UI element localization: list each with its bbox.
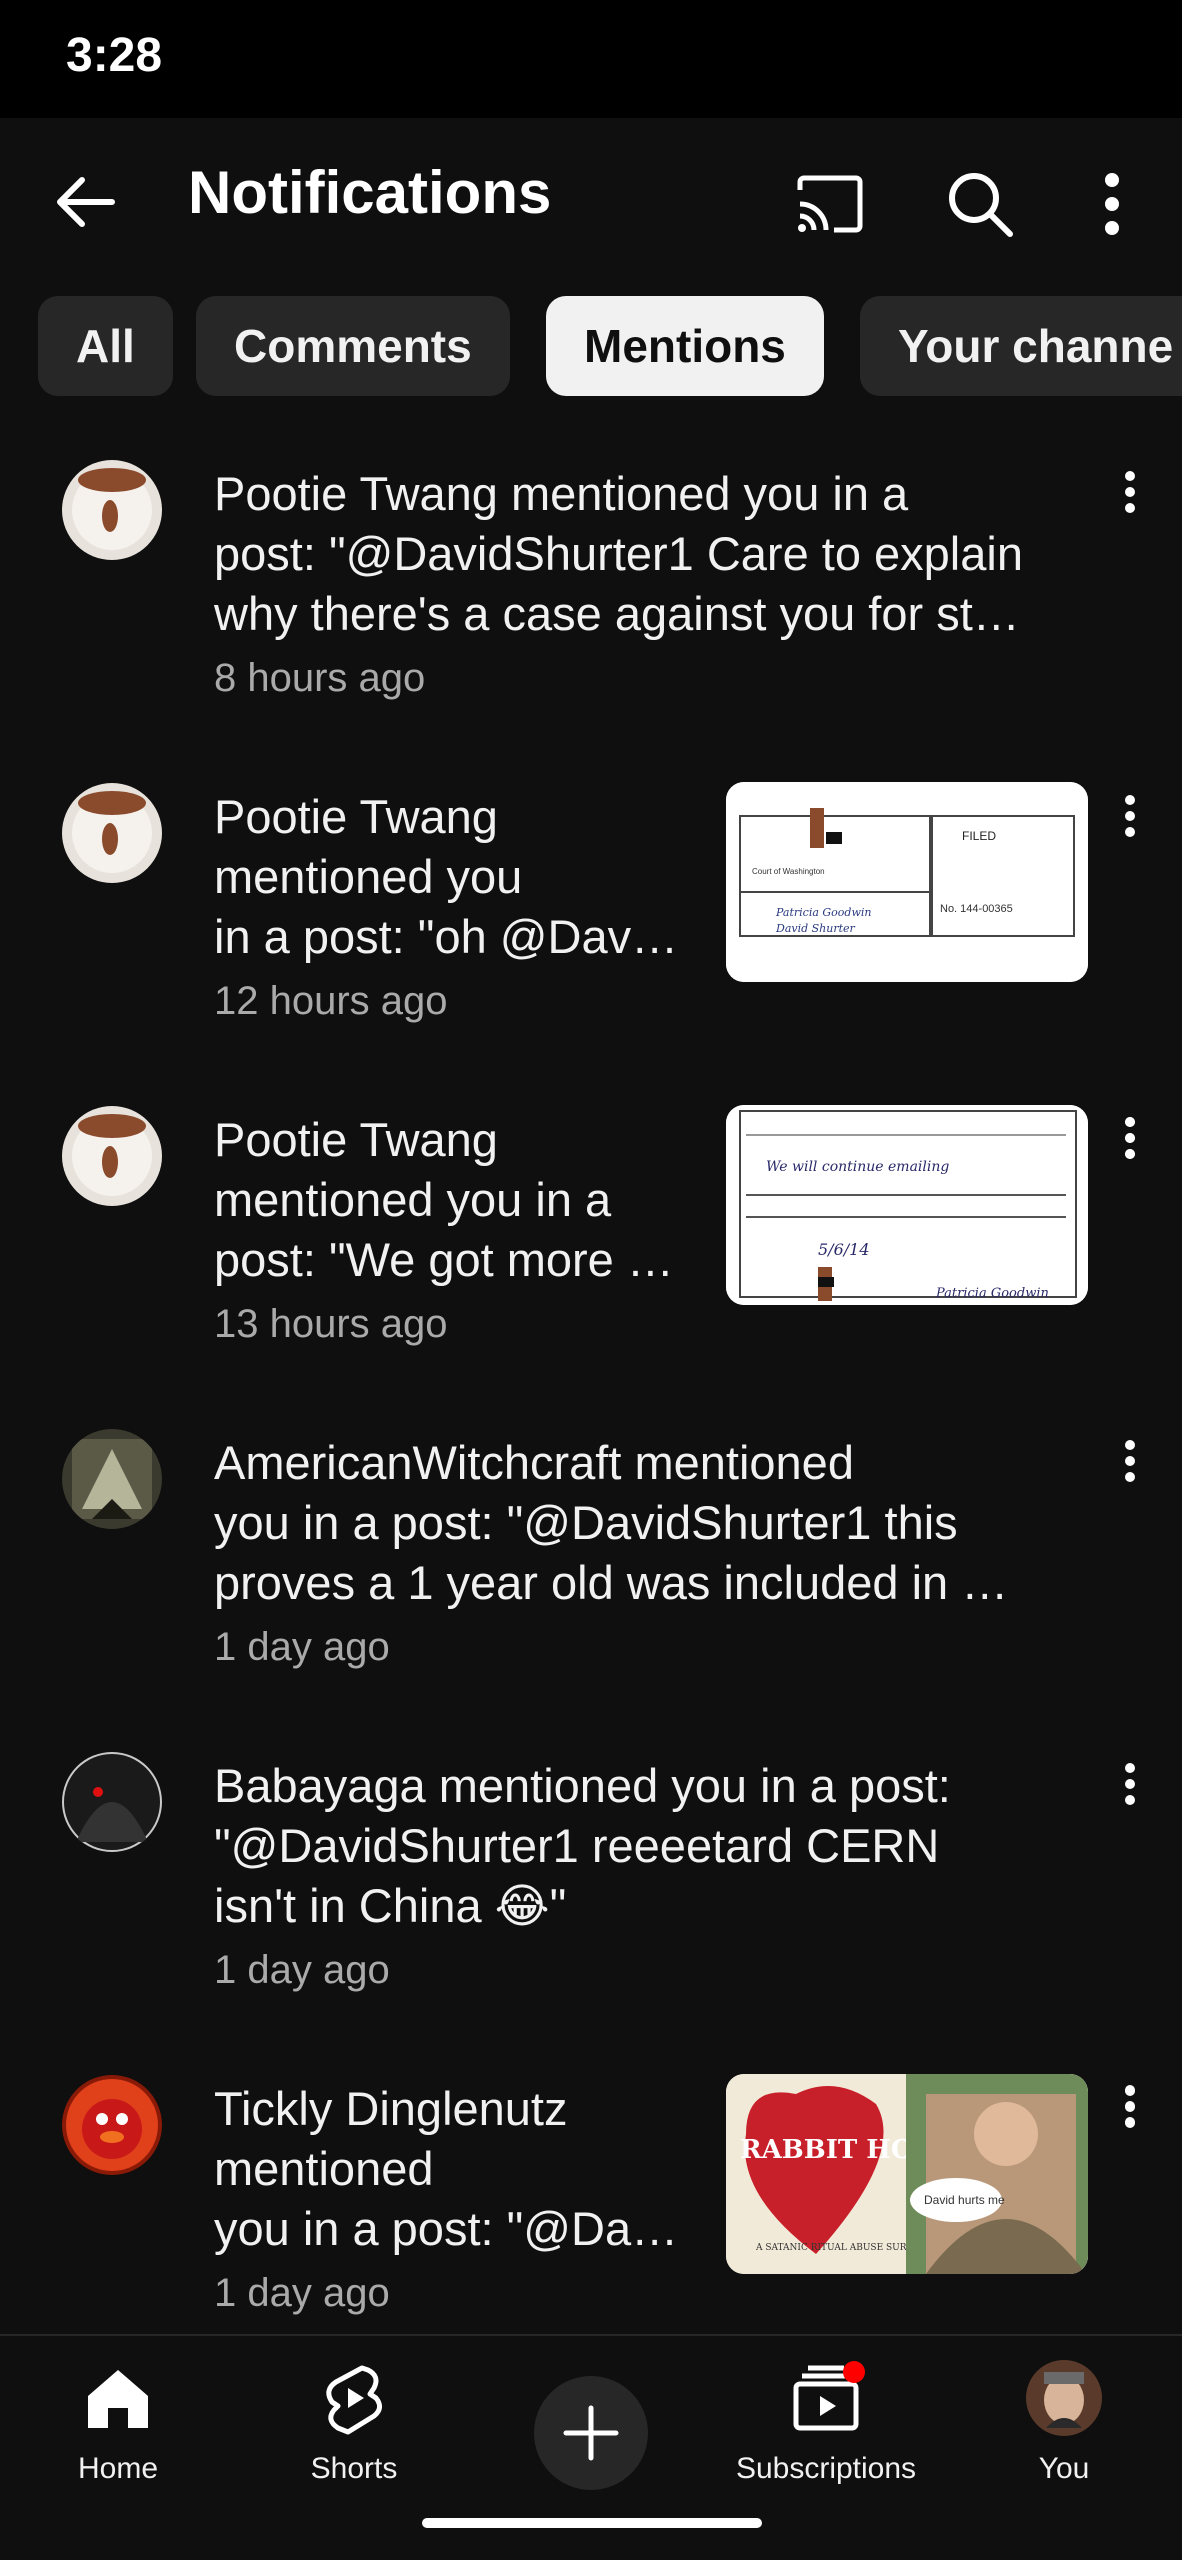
notification-text: Pootie Twang mentioned you in a post: "o… (214, 790, 679, 963)
avatar[interactable] (62, 783, 162, 883)
search-icon[interactable] (940, 164, 1020, 244)
create-button[interactable] (534, 2376, 648, 2490)
shorts-icon (314, 2358, 394, 2443)
notification-time: 1 day ago (214, 1948, 390, 1992)
svg-text:Patricia Goodwin: Patricia Goodwin (775, 906, 872, 919)
status-time: 3:28 (66, 29, 163, 82)
more-vertical-icon[interactable] (1110, 1758, 1150, 1818)
post-thumbnail-book-cover[interactable]: RABBIT HOLE A SATANIC RITUAL ABUSE SURVI… (726, 2074, 1088, 2274)
app-bar: Notifications (0, 118, 1182, 274)
filter-chips: All Comments Mentions Your channe (0, 296, 1182, 396)
notification-text: Pootie Twang mentioned you in a post: "@… (214, 467, 1023, 640)
post-thumbnail-handwritten-note[interactable]: We will continue emailing 5/6/14 Patrici… (726, 1105, 1088, 1305)
nav-you[interactable]: You (954, 2358, 1174, 2498)
more-vertical-icon[interactable] (1110, 2080, 1150, 2140)
notification-time: 1 day ago (214, 2271, 390, 2315)
notification-time: 13 hours ago (214, 1302, 448, 1346)
svg-text:5/6/14: 5/6/14 (818, 1240, 870, 1259)
chip-mentions[interactable]: Mentions (546, 296, 824, 396)
more-vertical-icon[interactable] (1110, 1435, 1150, 1495)
create-plus-icon (563, 2405, 619, 2461)
more-vertical-icon[interactable] (1076, 164, 1148, 244)
avatar[interactable] (62, 1429, 162, 1529)
svg-text:Court of Washington: Court of Washington (752, 867, 825, 876)
notification-time: 8 hours ago (214, 656, 426, 700)
cast-icon[interactable] (790, 164, 870, 244)
nav-subscriptions[interactable]: Subscriptions (716, 2358, 936, 2498)
svg-text:David hurts me: David hurts me (924, 2193, 1005, 2207)
nav-shorts[interactable]: Shorts (244, 2358, 464, 2498)
notification-time: 12 hours ago (214, 979, 448, 1023)
notification-text: Babayaga mentioned you in a post: "@Davi… (214, 1759, 951, 1932)
avatar (1024, 2358, 1104, 2443)
notification-text: Tickly Dinglenutz mentioned you in a pos… (214, 2082, 679, 2255)
subscriptions-icon (786, 2358, 866, 2443)
home-indicator[interactable] (422, 2518, 762, 2528)
avatar[interactable] (62, 1106, 162, 1206)
chip-comments[interactable]: Comments (196, 296, 510, 396)
svg-text:We will continue emailing: We will continue emailing (766, 1159, 949, 1175)
more-vertical-icon[interactable] (1110, 1112, 1150, 1172)
more-vertical-icon[interactable] (1110, 790, 1150, 850)
svg-text:No. 144-00365: No. 144-00365 (940, 903, 1013, 915)
notification-text: AmericanWitchcraft mentioned you in a po… (214, 1436, 1009, 1609)
chip-your-channel[interactable]: Your channe (860, 296, 1182, 396)
svg-text:FILED: FILED (962, 829, 996, 843)
avatar[interactable] (62, 1752, 162, 1852)
notification-item[interactable]: Pootie Twang mentioned you in a post: "@… (0, 440, 1182, 763)
chip-all[interactable]: All (38, 296, 173, 396)
notification-time: 1 day ago (214, 1625, 390, 1669)
svg-text:Patricia Goodwin: Patricia Goodwin (935, 1286, 1049, 1301)
notification-item[interactable]: AmericanWitchcraft mentioned you in a po… (0, 1409, 1182, 1732)
status-bar: 3:28 (0, 0, 1182, 118)
home-icon (78, 2358, 158, 2443)
page-title: Notifications (188, 159, 552, 226)
svg-text:David Shurter: David Shurter (775, 922, 856, 935)
more-vertical-icon[interactable] (1110, 466, 1150, 526)
back-arrow-icon[interactable] (48, 162, 128, 242)
nav-home[interactable]: Home (8, 2358, 228, 2498)
avatar[interactable] (62, 460, 162, 560)
post-thumbnail-court-filing[interactable]: FILED Court of Washington No. 144-00365 … (726, 782, 1088, 982)
notification-item[interactable]: Babayaga mentioned you in a post: "@Davi… (0, 1732, 1182, 2055)
notification-text: Pootie Twang mentioned you in a post: "W… (214, 1113, 674, 1286)
avatar[interactable] (62, 2075, 162, 2175)
